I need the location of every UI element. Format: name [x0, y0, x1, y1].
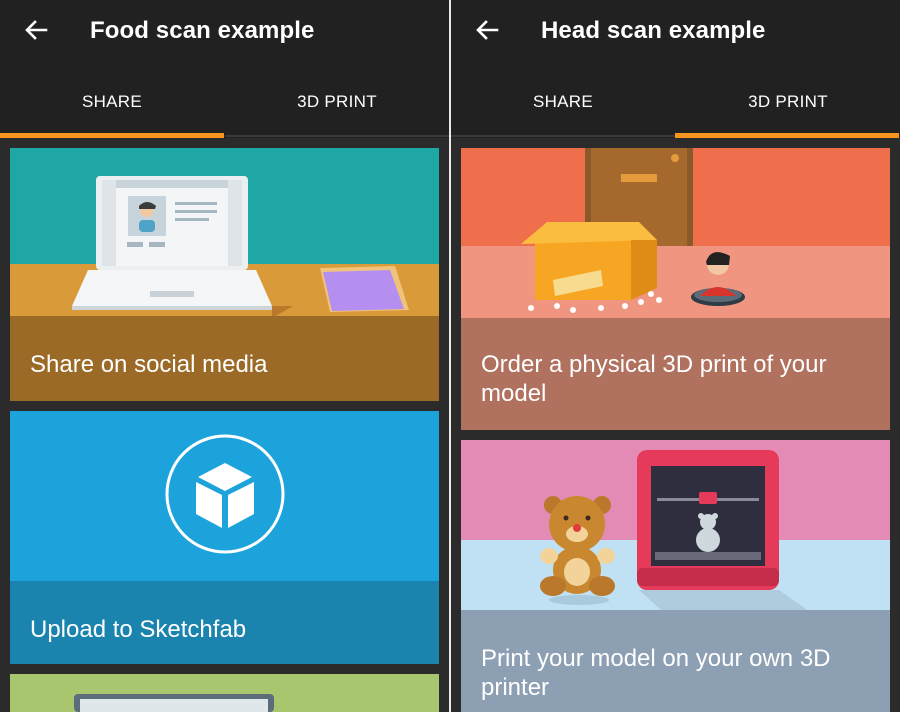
app-bar: Head scan example	[451, 0, 900, 64]
arrow-left-icon[interactable]	[471, 14, 503, 46]
page-title: Head scan example	[541, 17, 766, 44]
share-social-card[interactable]: Share on social media	[10, 148, 439, 401]
upload-sketchfab-card[interactable]: Upload to Sketchfab	[10, 411, 439, 664]
tab-bar: SHARE 3D PRINT	[0, 64, 449, 138]
tab-share[interactable]: SHARE	[0, 64, 224, 134]
tab-3d-print[interactable]: 3D PRINT	[676, 64, 900, 134]
tab-divider-line	[451, 135, 675, 137]
left-screen: Food scan example SHARE 3D PRINT Share o…	[0, 0, 449, 712]
share-social-label: Share on social media	[30, 351, 268, 378]
arrow-left-icon[interactable]	[20, 14, 52, 46]
tab-bar: SHARE 3D PRINT	[451, 64, 900, 138]
own-printer-label: Print your model on your own 3D printer	[481, 645, 831, 701]
next-card-illustration	[10, 674, 439, 712]
app-bar: Food scan example	[0, 0, 449, 64]
page-title: Food scan example	[90, 17, 315, 44]
tab-3d-print[interactable]: 3D PRINT	[225, 64, 449, 134]
tab-share[interactable]: SHARE	[451, 64, 675, 134]
upload-sketchfab-label: Upload to Sketchfab	[30, 616, 247, 643]
order-print-label: Order a physical 3D print of your model	[481, 351, 827, 407]
next-card-partial[interactable]	[10, 674, 439, 712]
tab-divider-line	[225, 135, 449, 137]
selected-tab-indicator	[675, 133, 899, 138]
right-screen: Head scan example SHARE 3D PRINT Order a…	[451, 0, 900, 712]
order-print-card[interactable]: Order a physical 3D print of your model	[461, 148, 890, 430]
own-printer-card[interactable]: Print your model on your own 3D printer	[461, 440, 890, 712]
sketchfab-cube-icon	[165, 434, 285, 554]
selected-tab-indicator	[0, 133, 224, 138]
